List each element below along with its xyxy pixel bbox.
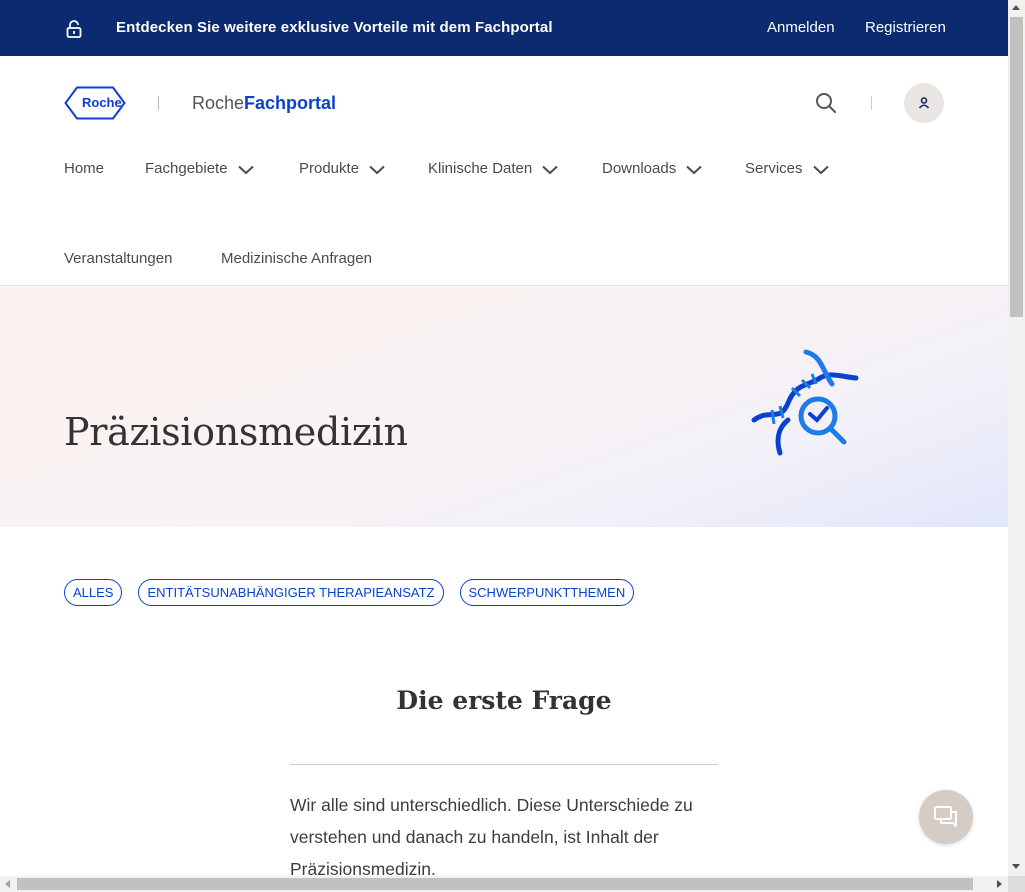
page-title: Präzisionsmedizin xyxy=(64,410,408,454)
hero-banner: Präzisionsmedizin xyxy=(0,286,1008,527)
nav-item-home[interactable]: Home xyxy=(64,160,104,177)
promo-bar: Entdecken Sie weitere exklusive Vorteile… xyxy=(0,0,1008,56)
scroll-left-arrow-icon[interactable] xyxy=(5,880,10,888)
filter-chip-entitaetsunabhaengiger-therapieansatz[interactable]: ENTITÄTSUNABHÄNGIGER THERAPIEANSATZ xyxy=(138,579,444,606)
scroll-down-arrow-icon[interactable] xyxy=(1012,864,1020,869)
nav-item-services[interactable]: Services xyxy=(745,160,829,177)
nav-item-label: Produkte xyxy=(299,160,360,177)
chat-button[interactable] xyxy=(919,790,973,844)
scroll-right-arrow-icon[interactable] xyxy=(997,880,1002,888)
horizontal-scrollbar[interactable] xyxy=(0,876,1008,892)
chevron-down-icon xyxy=(686,165,702,175)
chat-icon xyxy=(934,806,957,827)
search-icon[interactable] xyxy=(815,92,837,114)
vertical-scroll-thumb[interactable] xyxy=(1010,17,1023,317)
filter-chip-alles[interactable]: ALLES xyxy=(64,579,123,606)
body-text: Wir alle sind unterschiedlich. Diese Unt… xyxy=(290,795,693,879)
nav-item-downloads[interactable]: Downloads xyxy=(602,160,702,177)
dna-magnifier-icon xyxy=(750,348,862,456)
nav-item-label: Services xyxy=(745,160,803,177)
chevron-down-icon xyxy=(812,165,829,175)
scrollbar-corner xyxy=(1008,876,1025,892)
unlock-icon xyxy=(64,19,84,39)
nav-item-label: Fachgebiete xyxy=(145,160,228,177)
filter-chip-schwerpunktthemen[interactable]: SCHWERPUNKTTHEMEN xyxy=(459,579,635,606)
brand-part-fachportal: Fachportal xyxy=(244,93,337,113)
nav-item-produkte[interactable]: Produkte xyxy=(299,160,385,177)
logo-text: Roche xyxy=(82,95,122,110)
chevron-down-icon xyxy=(542,165,558,175)
user-account-button[interactable] xyxy=(904,83,944,123)
filter-chips: ALLES ENTITÄTSUNABHÄNGIGER THERAPIEANSAT… xyxy=(64,579,635,606)
vertical-scrollbar[interactable] xyxy=(1008,0,1025,876)
brand-part-roche: Roche xyxy=(192,93,245,113)
nav-item-veranstaltungen[interactable]: Veranstaltungen xyxy=(64,250,172,267)
header-divider-right xyxy=(871,96,872,110)
chevron-down-icon xyxy=(237,165,254,175)
user-icon xyxy=(918,97,930,109)
nav-item-fachgebiete[interactable]: Fachgebiete xyxy=(145,160,254,177)
nav-item-label: Klinische Daten xyxy=(428,160,533,177)
nav-item-klinische-daten[interactable]: Klinische Daten xyxy=(428,160,558,177)
promo-text: Entdecken Sie weitere exklusive Vorteile… xyxy=(116,19,553,36)
login-link[interactable]: Anmelden xyxy=(767,19,835,36)
chevron-down-icon xyxy=(369,165,385,175)
site-header: Roche RocheFachportal Home Fachgebiete P… xyxy=(0,56,1008,286)
header-divider xyxy=(158,96,159,110)
nav-item-label: Medizinische Anfragen xyxy=(221,250,372,267)
nav-item-medizinische-anfragen[interactable]: Medizinische Anfragen xyxy=(221,250,372,267)
brand-name[interactable]: RocheFachportal xyxy=(192,93,336,114)
section-title: Die erste Frage xyxy=(396,686,612,715)
nav-item-label: Downloads xyxy=(602,160,677,177)
nav-item-label: Home xyxy=(64,160,105,177)
horizontal-scroll-thumb[interactable] xyxy=(17,878,973,890)
register-link[interactable]: Registrieren xyxy=(865,19,946,36)
section-divider xyxy=(290,764,718,765)
scroll-up-arrow-icon[interactable] xyxy=(1012,5,1020,10)
nav-item-label: Veranstaltungen xyxy=(64,250,173,267)
